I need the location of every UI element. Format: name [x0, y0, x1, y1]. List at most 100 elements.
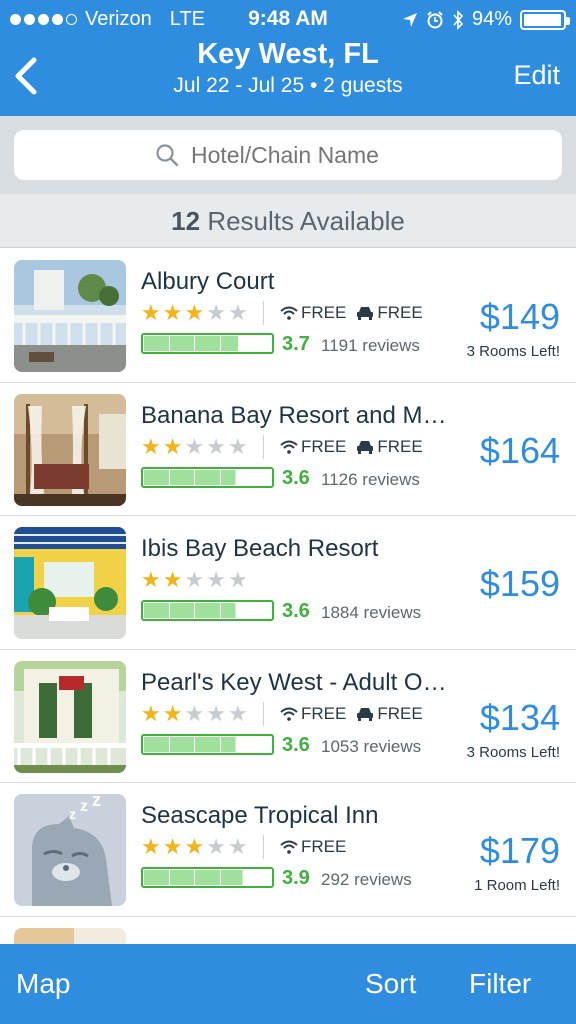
hotel-name: Pearl's Key West - Adult O… — [141, 668, 447, 696]
hotel-name: Ibis Bay Beach Resort — [141, 535, 379, 562]
star-empty-icon: ★ — [227, 567, 248, 592]
wifi-label: FREE — [301, 303, 347, 322]
rating-score: 3.6 — [282, 600, 310, 622]
hotel-row[interactable]: Ibis Bay Beach Resort ★ ★ ★ ★ ★ 3.6 1884 rev… — [0, 516, 576, 650]
star-filled-icon: ★ — [162, 567, 183, 592]
edit-button[interactable]: Edit — [513, 60, 560, 91]
battery-percent: 94% — [471, 8, 512, 30]
wifi-icon — [280, 306, 298, 320]
divider — [263, 301, 264, 325]
rating-bar-segment — [169, 870, 195, 885]
rating-bar-segment — [169, 736, 195, 752]
hotel-row[interactable]: Banana Bay Resort and M… ★ ★ ★ ★ ★ FREE FREE… — [0, 382, 576, 516]
wifi-amenity: FREE — [280, 303, 346, 323]
wifi-amenity: FREE — [280, 437, 346, 457]
divider — [263, 835, 264, 859]
rating-score: 3.6 — [282, 466, 310, 489]
map-button[interactable]: Map — [16, 968, 70, 1000]
review-count: 292 reviews — [321, 870, 412, 889]
star-filled-icon: ★ — [184, 834, 205, 859]
star-rating: ★ ★ ★ ★ ★ — [141, 300, 248, 326]
price: $149 — [479, 296, 560, 337]
star-rating: ★ ★ ★ ★ ★ — [141, 434, 248, 460]
svg-text:z: z — [80, 798, 88, 815]
hotel-row[interactable]: Albury Court ★ ★ ★ ★ ★ FREE FREE 3.7 1191 re… — [0, 249, 576, 383]
price: $164 — [479, 429, 560, 471]
rating-bar — [141, 867, 274, 888]
rating-bar-segment — [195, 336, 220, 351]
rooms-left-note: 3 Rooms Left! — [466, 743, 560, 761]
hotel-photo — [14, 260, 126, 372]
svg-text:z: z — [69, 806, 76, 822]
search-icon — [156, 144, 179, 167]
star-filled-icon: ★ — [162, 700, 183, 726]
rooms-left-note: 1 Room Left! — [474, 877, 560, 894]
amenities: FREE FREE — [280, 303, 423, 323]
star-empty-icon: ★ — [227, 700, 248, 726]
wifi-label: FREE — [301, 837, 347, 856]
hotel-name: Albury Court — [141, 268, 275, 295]
car-icon — [357, 707, 374, 721]
star-filled-icon: ★ — [141, 300, 161, 325]
filter-button[interactable]: Filter — [469, 968, 531, 1000]
star-empty-icon: ★ — [227, 433, 248, 459]
review-count: 1126 reviews — [321, 469, 420, 489]
hotel-row[interactable]: z z z Seascape Tropical Inn ★ ★ ★ ★ ★ FREE 3… — [0, 783, 576, 917]
rating-bar-segment — [144, 736, 169, 752]
rating-bar-segment — [246, 736, 271, 752]
rating-bar-segment — [220, 336, 246, 351]
star-empty-icon: ★ — [206, 700, 226, 726]
star-empty-icon: ★ — [206, 834, 226, 859]
bottom-toolbar: Map Sort Filter — [0, 944, 576, 1024]
star-empty-icon: ★ — [184, 567, 205, 592]
hotel-photo — [14, 393, 126, 506]
sleeping-cat-icon: z z z — [14, 794, 126, 906]
rating-bar — [141, 466, 274, 488]
hotel-list[interactable]: Albury Court ★ ★ ★ ★ ★ FREE FREE 3.7 1191 re… — [0, 249, 576, 944]
search-area — [0, 116, 576, 194]
rating-bar-segment — [246, 870, 271, 885]
price: $134 — [479, 696, 560, 738]
hotel-name: Seascape Tropical Inn — [141, 802, 379, 829]
rating-bar — [141, 333, 274, 354]
star-empty-icon: ★ — [227, 834, 248, 859]
rating-bar-segment — [220, 469, 246, 485]
rating-bar-segment — [169, 603, 195, 618]
star-filled-icon: ★ — [141, 433, 161, 459]
star-empty-icon: ★ — [184, 433, 205, 459]
review-count: 1191 reviews — [321, 336, 420, 355]
rating-bar-segment — [246, 603, 271, 618]
wifi-amenity: FREE — [280, 704, 346, 724]
hotel-row[interactable]: Pearl's Key West - Adult O… ★ ★ ★ ★ ★ FREE F… — [0, 649, 576, 783]
hotel-photo-placeholder: z z z — [14, 794, 126, 906]
rating-bar-segment — [195, 469, 220, 485]
rating-bar-segment — [144, 469, 169, 485]
hotel-photo — [14, 527, 126, 639]
rating-score: 3.6 — [282, 733, 310, 756]
parking-label: FREE — [377, 303, 423, 322]
wifi-label: FREE — [301, 436, 347, 456]
rating-bar-segment — [169, 469, 195, 485]
search-input[interactable] — [191, 141, 421, 169]
star-filled-icon: ★ — [141, 700, 161, 726]
star-filled-icon: ★ — [162, 834, 183, 859]
parking-label: FREE — [377, 436, 423, 456]
wifi-amenity: FREE — [280, 837, 346, 857]
page-subtitle: Jul 22 - Jul 25 • 2 guests — [173, 74, 403, 97]
amenities: FREE FREE — [280, 437, 423, 457]
search-box[interactable] — [14, 130, 562, 180]
svg-text:z: z — [92, 794, 101, 810]
hotel-row-partial[interactable] — [0, 916, 576, 944]
rating-bar-segment — [246, 336, 271, 351]
hotel-photo — [14, 660, 126, 773]
parking-amenity: FREE — [356, 436, 423, 457]
rating-bar — [141, 600, 274, 621]
star-empty-icon: ★ — [184, 700, 205, 726]
divider — [263, 434, 264, 459]
rooms-left-note: 3 Rooms Left! — [466, 343, 560, 360]
sort-button[interactable]: Sort — [365, 968, 416, 1000]
star-rating: ★ ★ ★ ★ ★ — [141, 834, 248, 860]
star-rating: ★ ★ ★ ★ ★ — [141, 567, 248, 593]
wifi-icon — [280, 840, 298, 854]
star-filled-icon: ★ — [184, 300, 205, 325]
